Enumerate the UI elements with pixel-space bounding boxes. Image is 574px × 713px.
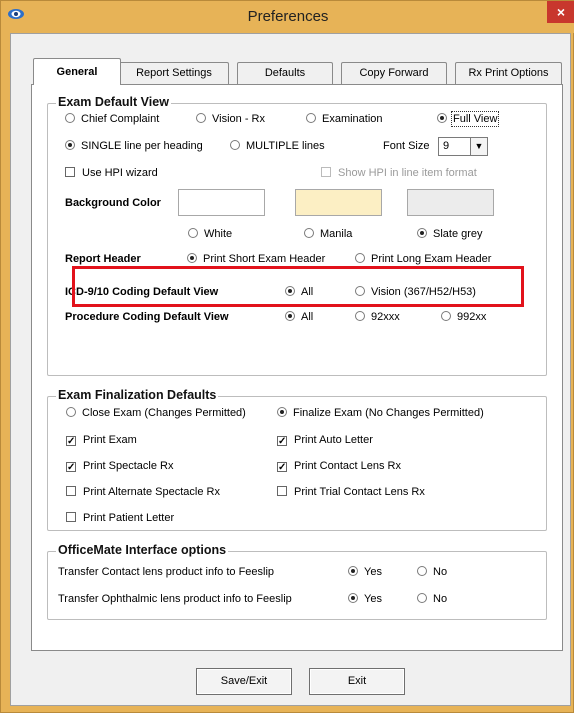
multiple-lines-radio[interactable]: MULTIPLE lines (230, 140, 325, 152)
procedure-all-radio[interactable]: All (285, 311, 313, 323)
tab-copy-forward[interactable]: Copy Forward (341, 62, 447, 84)
radio-icon (188, 228, 198, 238)
tab-defaults[interactable]: Defaults (237, 62, 333, 84)
print-long-exam-header-radio[interactable]: Print Long Exam Header (355, 253, 491, 265)
save-exit-button[interactable]: Save/Exit (196, 668, 292, 695)
background-slate-grey-radio[interactable]: Slate grey (417, 228, 483, 240)
print-exam-checkbox[interactable]: ✓ Print Exam (66, 434, 137, 447)
radio-selected-icon (348, 566, 358, 576)
radio-icon (355, 311, 365, 321)
checkbox-icon (66, 486, 76, 496)
report-header-label: Report Header (65, 253, 141, 265)
chevron-down-icon: ▼ (470, 138, 487, 155)
font-size-label: Font Size (383, 140, 430, 152)
transfer-contact-yes-radio[interactable]: Yes (348, 566, 382, 578)
exit-button[interactable]: Exit (309, 668, 405, 695)
exam-default-view-group: Exam Default View Chief Complaint Vision… (47, 95, 547, 376)
radio-selected-icon (65, 140, 75, 150)
print-patient-letter-checkbox[interactable]: Print Patient Letter (66, 512, 174, 524)
checkmark-icon: ✓ (277, 462, 287, 473)
background-manila-radio[interactable]: Manila (304, 228, 352, 240)
use-hpi-wizard-checkbox[interactable]: Use HPI wizard (65, 167, 158, 179)
show-hpi-line-item-checkbox: Show HPI in line item format (321, 167, 477, 179)
officemate-interface-group: OfficeMate Interface options Transfer Co… (47, 543, 547, 620)
finalize-exam-radio[interactable]: Finalize Exam (No Changes Permitted) (277, 407, 484, 419)
view-vision-rx-radio[interactable]: Vision - Rx (196, 113, 265, 125)
radio-selected-icon (437, 113, 447, 123)
radio-icon (306, 113, 316, 123)
background-swatch-manila[interactable] (295, 189, 382, 216)
radio-icon (355, 253, 365, 263)
radio-icon (304, 228, 314, 238)
radio-icon (65, 113, 75, 123)
tab-general[interactable]: General (33, 58, 121, 85)
checkbox-disabled-icon (321, 167, 331, 177)
radio-selected-icon (277, 407, 287, 417)
background-swatch-slate-grey[interactable] (407, 189, 494, 216)
print-auto-letter-checkbox[interactable]: ✓ Print Auto Letter (277, 434, 373, 447)
exam-default-view-title: Exam Default View (56, 95, 171, 109)
radio-icon (66, 407, 76, 417)
checkmark-icon: ✓ (66, 462, 76, 473)
view-chief-complaint-radio[interactable]: Chief Complaint (65, 113, 159, 125)
transfer-contact-no-radio[interactable]: No (417, 566, 447, 578)
print-short-exam-header-radio[interactable]: Print Short Exam Header (187, 253, 325, 265)
dialog-client-area: General Report Settings Defaults Copy Fo… (10, 33, 571, 706)
view-full-view-radio[interactable]: Full View (437, 111, 500, 127)
general-tab-panel: Exam Default View Chief Complaint Vision… (31, 84, 563, 651)
print-trial-contact-lens-rx-checkbox[interactable]: Print Trial Contact Lens Rx (277, 486, 425, 498)
single-line-radio[interactable]: SINGLE line per heading (65, 140, 203, 152)
radio-selected-icon (187, 253, 197, 263)
radio-icon (441, 311, 451, 321)
procedure-coding-label: Procedure Coding Default View (65, 311, 229, 323)
transfer-ophthalmic-no-radio[interactable]: No (417, 593, 447, 605)
radio-icon (417, 566, 427, 576)
title-bar[interactable]: Preferences × (1, 1, 574, 33)
radio-selected-icon (285, 311, 295, 321)
background-swatch-white[interactable] (178, 189, 265, 216)
checkmark-icon: ✓ (277, 436, 287, 447)
tab-rx-print-options[interactable]: Rx Print Options (455, 62, 562, 84)
annotation-highlight-box (72, 266, 524, 307)
radio-icon (196, 113, 206, 123)
window-title: Preferences (247, 8, 329, 25)
font-size-select[interactable]: 9 ▼ (438, 137, 488, 156)
procedure-92xxx-radio[interactable]: 92xxx (355, 311, 400, 323)
transfer-contact-lens-label: Transfer Contact lens product info to Fe… (58, 566, 275, 578)
close-exam-radio[interactable]: Close Exam (Changes Permitted) (66, 407, 246, 419)
tab-report-settings[interactable]: Report Settings (119, 62, 229, 84)
view-examination-radio[interactable]: Examination (306, 113, 383, 125)
checkbox-icon (65, 167, 75, 177)
checkmark-icon: ✓ (66, 436, 76, 447)
print-contact-lens-rx-checkbox[interactable]: ✓ Print Contact Lens Rx (277, 460, 401, 473)
print-spectacle-rx-checkbox[interactable]: ✓ Print Spectacle Rx (66, 460, 173, 473)
exam-finalization-group: Exam Finalization Defaults Close Exam (C… (47, 388, 547, 531)
transfer-ophthalmic-yes-radio[interactable]: Yes (348, 593, 382, 605)
close-button[interactable]: × (547, 1, 574, 23)
exam-finalization-title: Exam Finalization Defaults (56, 388, 219, 402)
print-alternate-spectacle-rx-checkbox[interactable]: Print Alternate Spectacle Rx (66, 486, 220, 498)
preferences-window: Preferences × General Report Settings De… (0, 0, 574, 713)
radio-selected-icon (348, 593, 358, 603)
background-white-radio[interactable]: White (188, 228, 232, 240)
procedure-992xx-radio[interactable]: 992xx (441, 311, 486, 323)
transfer-ophthalmic-lens-label: Transfer Ophthalmic lens product info to… (58, 593, 292, 605)
font-size-value: 9 (443, 140, 450, 152)
radio-icon (417, 593, 427, 603)
radio-selected-icon (417, 228, 427, 238)
radio-icon (230, 140, 240, 150)
checkbox-icon (66, 512, 76, 522)
officemate-interface-title: OfficeMate Interface options (56, 543, 229, 557)
checkbox-icon (277, 486, 287, 496)
background-color-label: Background Color (65, 197, 161, 209)
